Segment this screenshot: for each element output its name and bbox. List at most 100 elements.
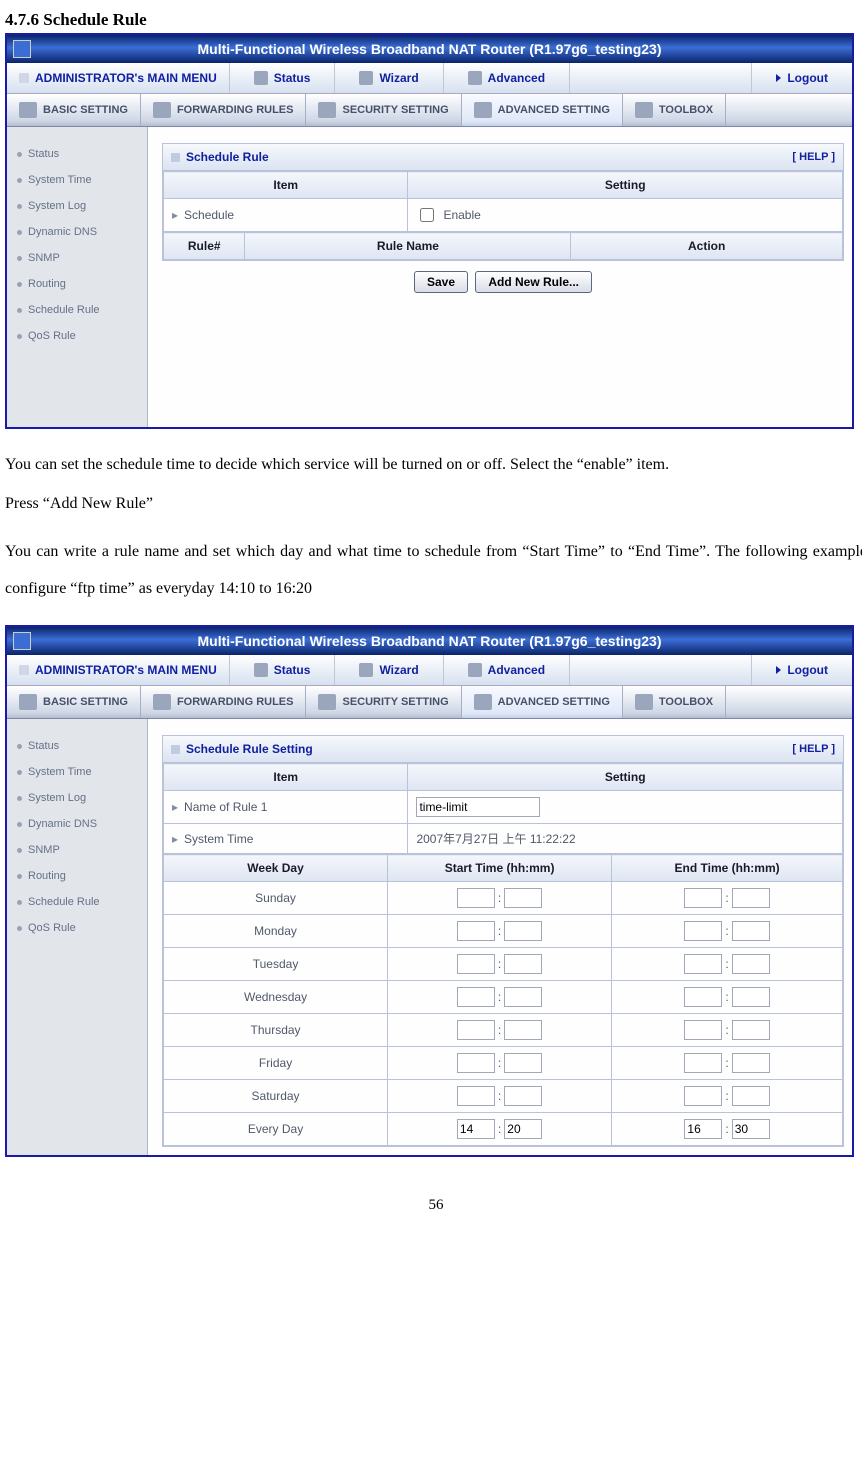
start-hour-input[interactable] bbox=[457, 987, 495, 1007]
menu-logout[interactable]: Logout bbox=[751, 63, 852, 93]
start-minute-input[interactable] bbox=[504, 1020, 542, 1040]
sidebar-item[interactable]: System Time bbox=[7, 759, 147, 785]
toolbar-basic[interactable]: BASIC SETTING bbox=[7, 94, 141, 126]
end-minute-input[interactable] bbox=[732, 921, 770, 941]
sidebar-item[interactable]: Status bbox=[7, 733, 147, 759]
schedule-row: Wednesday:: bbox=[164, 981, 843, 1014]
end-minute-input[interactable] bbox=[732, 1086, 770, 1106]
toolbar-forwarding[interactable]: FORWARDING RULES bbox=[141, 94, 307, 126]
end-time-cell: : bbox=[612, 915, 843, 948]
start-hour-input[interactable] bbox=[457, 921, 495, 941]
col-rule-name: Rule Name bbox=[245, 233, 571, 260]
end-hour-input[interactable] bbox=[684, 1086, 722, 1106]
sidebar-item-label: Dynamic DNS bbox=[28, 818, 97, 830]
end-hour-input[interactable] bbox=[684, 954, 722, 974]
bullet-icon bbox=[17, 822, 22, 827]
end-hour-input[interactable] bbox=[684, 888, 722, 908]
advsetting-icon bbox=[474, 102, 492, 118]
start-minute-input[interactable] bbox=[504, 888, 542, 908]
enable-checkbox[interactable] bbox=[420, 208, 434, 222]
sidebar-item[interactable]: SNMP bbox=[7, 837, 147, 863]
sidebar-item[interactable]: System Log bbox=[7, 785, 147, 811]
toolbar-advanced[interactable]: ADVANCED SETTING bbox=[462, 94, 623, 126]
sidebar-item-label: Schedule Rule bbox=[28, 304, 100, 316]
start-hour-input[interactable] bbox=[457, 1119, 495, 1139]
sidebar-item[interactable]: Status bbox=[7, 141, 147, 167]
colon-separator: : bbox=[498, 957, 501, 971]
bullet-icon bbox=[17, 874, 22, 879]
toolbar-basic[interactable]: BASIC SETTING bbox=[7, 686, 141, 718]
start-minute-input[interactable] bbox=[504, 1086, 542, 1106]
toolbar-forwarding[interactable]: FORWARDING RULES bbox=[141, 686, 307, 718]
settings-table: Item Setting ▸Name of Rule 1 ▸System Tim… bbox=[163, 763, 843, 854]
menu-wizard[interactable]: Wizard bbox=[335, 655, 443, 685]
end-hour-input[interactable] bbox=[684, 921, 722, 941]
weekday-cell: Friday bbox=[164, 1047, 388, 1080]
start-minute-input[interactable] bbox=[504, 954, 542, 974]
end-hour-input[interactable] bbox=[684, 1020, 722, 1040]
toolbar-security[interactable]: SECURITY SETTING bbox=[306, 94, 461, 126]
toolbar-toolbox[interactable]: TOOLBOX bbox=[623, 686, 726, 718]
sidebar-item[interactable]: Routing bbox=[7, 271, 147, 297]
start-minute-input[interactable] bbox=[504, 1119, 542, 1139]
start-hour-input[interactable] bbox=[457, 1086, 495, 1106]
row-systime-value: 2007年7月27日 上午 11:22:22 bbox=[408, 824, 843, 854]
start-time-cell: : bbox=[388, 981, 612, 1014]
menu-advanced[interactable]: Advanced bbox=[444, 63, 570, 93]
sidebar-item[interactable]: QoS Rule bbox=[7, 323, 147, 349]
menu-logout[interactable]: Logout bbox=[751, 655, 852, 685]
rule-name-input[interactable] bbox=[416, 797, 540, 817]
add-new-rule-button[interactable]: Add New Rule... bbox=[475, 271, 592, 293]
menu-wizard[interactable]: Wizard bbox=[335, 63, 443, 93]
toolbar-advanced[interactable]: ADVANCED SETTING bbox=[462, 686, 623, 718]
end-minute-input[interactable] bbox=[732, 987, 770, 1007]
logout-arrow-icon bbox=[776, 666, 781, 674]
toolbar-toolbox[interactable]: TOOLBOX bbox=[623, 94, 726, 126]
row-name-label: ▸Name of Rule 1 bbox=[164, 791, 408, 824]
end-minute-input[interactable] bbox=[732, 954, 770, 974]
menu-status[interactable]: Status bbox=[230, 63, 336, 93]
end-hour-input[interactable] bbox=[684, 1119, 722, 1139]
toolbar-security[interactable]: SECURITY SETTING bbox=[306, 686, 461, 718]
sidebar-item[interactable]: System Time bbox=[7, 167, 147, 193]
arrow-icon: ▸ bbox=[172, 208, 178, 222]
start-hour-input[interactable] bbox=[457, 888, 495, 908]
schedule-table: Week Day Start Time (hh:mm) End Time (hh… bbox=[163, 854, 843, 1146]
sidebar-item[interactable]: Dynamic DNS bbox=[7, 219, 147, 245]
end-minute-input[interactable] bbox=[732, 1020, 770, 1040]
sidebar-item[interactable]: SNMP bbox=[7, 245, 147, 271]
menu-status[interactable]: Status bbox=[230, 655, 336, 685]
help-link[interactable]: [ HELP ] bbox=[792, 743, 835, 755]
end-minute-input[interactable] bbox=[732, 1119, 770, 1139]
security-icon bbox=[318, 694, 336, 710]
end-hour-input[interactable] bbox=[684, 987, 722, 1007]
end-minute-input[interactable] bbox=[732, 1053, 770, 1073]
start-hour-input[interactable] bbox=[457, 1020, 495, 1040]
start-minute-input[interactable] bbox=[504, 987, 542, 1007]
sidebar-item[interactable]: Routing bbox=[7, 863, 147, 889]
weekday-cell: Wednesday bbox=[164, 981, 388, 1014]
paragraph-3: You can write a rule name and set which … bbox=[5, 534, 862, 608]
start-minute-input[interactable] bbox=[504, 921, 542, 941]
sidebar-item[interactable]: Dynamic DNS bbox=[7, 811, 147, 837]
toolbar-basic-label: BASIC SETTING bbox=[43, 104, 128, 116]
sidebar-item[interactable]: Schedule Rule bbox=[7, 297, 147, 323]
rules-table: Rule# Rule Name Action bbox=[163, 232, 843, 260]
panel-box: Schedule Rule Setting [ HELP ] Item Sett… bbox=[162, 735, 844, 1147]
start-hour-input[interactable] bbox=[457, 954, 495, 974]
help-link[interactable]: [ HELP ] bbox=[792, 151, 835, 163]
start-hour-input[interactable] bbox=[457, 1053, 495, 1073]
window-title: Multi-Functional Wireless Broadband NAT … bbox=[197, 633, 661, 649]
colon-separator: : bbox=[498, 1089, 501, 1103]
end-hour-input[interactable] bbox=[684, 1053, 722, 1073]
sidebar-item[interactable]: QoS Rule bbox=[7, 915, 147, 941]
save-button[interactable]: Save bbox=[414, 271, 468, 293]
menu-advanced[interactable]: Advanced bbox=[444, 655, 570, 685]
bullet-icon bbox=[17, 230, 22, 235]
end-minute-input[interactable] bbox=[732, 888, 770, 908]
start-minute-input[interactable] bbox=[504, 1053, 542, 1073]
bullet-icon bbox=[17, 178, 22, 183]
sidebar-item[interactable]: System Log bbox=[7, 193, 147, 219]
col-start: Start Time (hh:mm) bbox=[388, 855, 612, 882]
sidebar-item[interactable]: Schedule Rule bbox=[7, 889, 147, 915]
